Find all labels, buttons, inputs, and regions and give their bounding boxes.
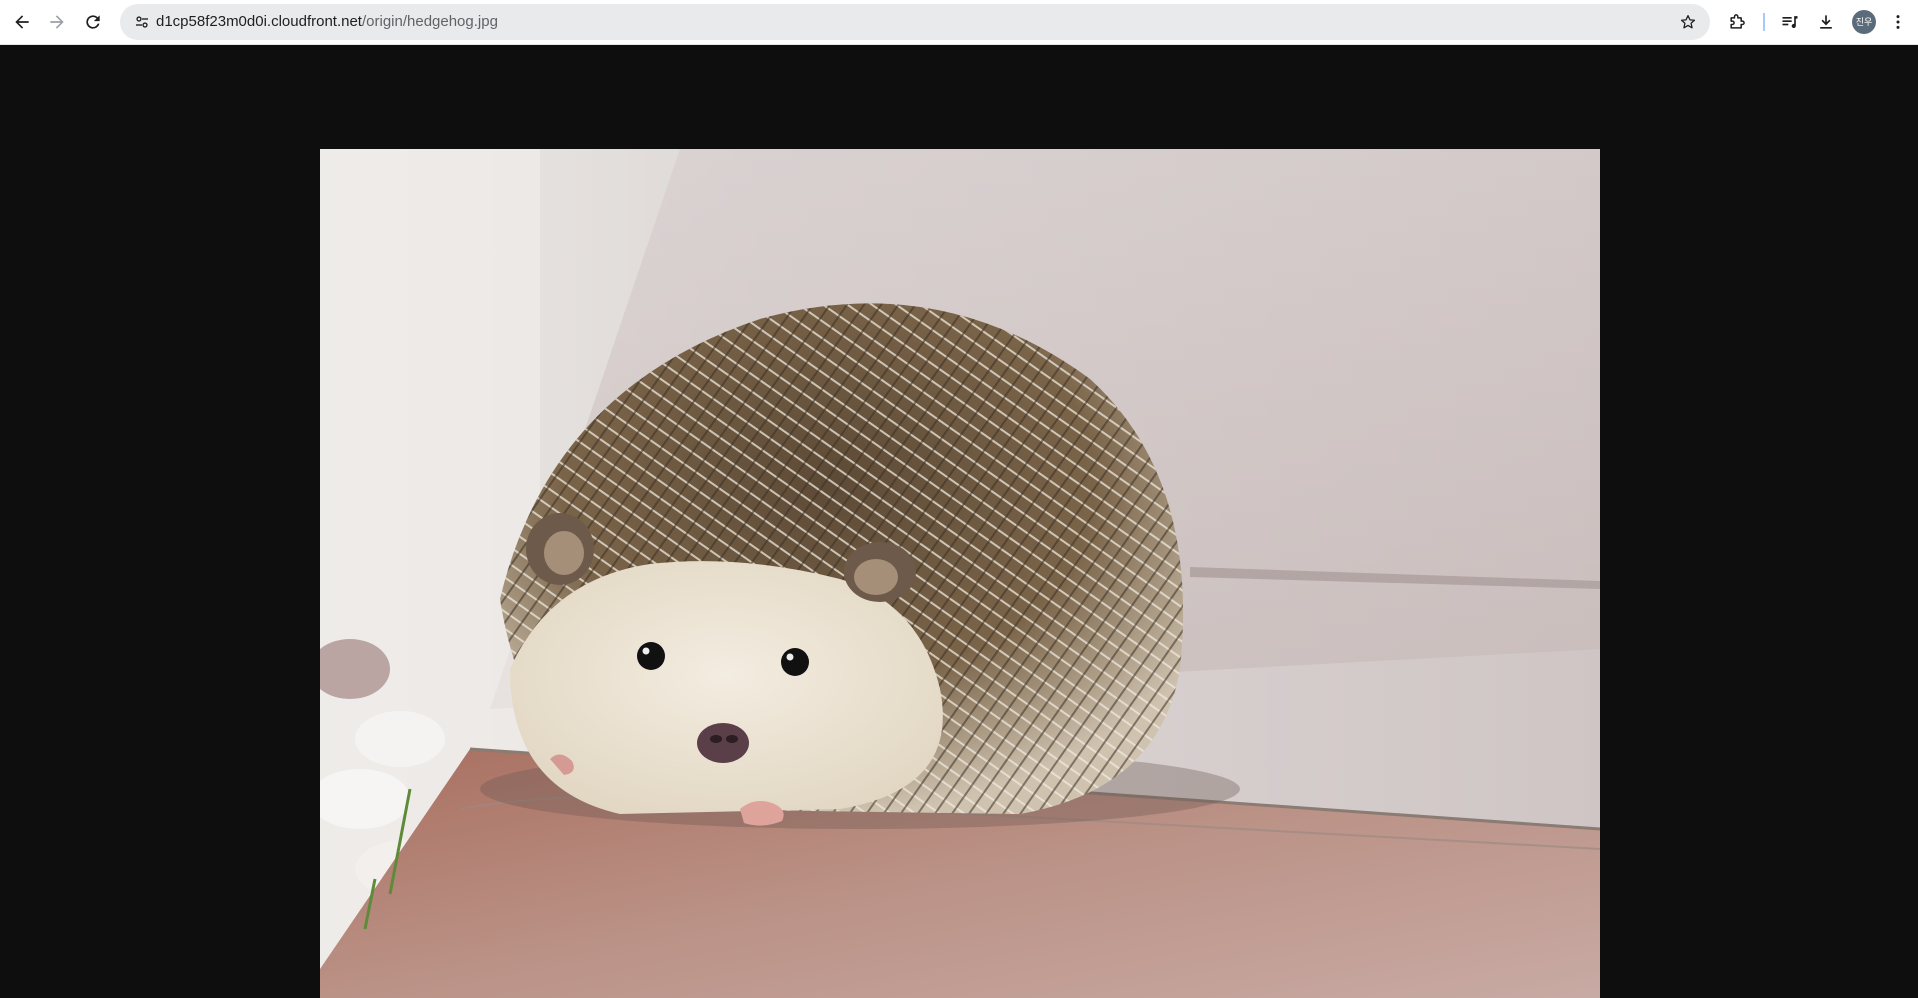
- reload-button[interactable]: [77, 6, 109, 38]
- media-control-icon: [1782, 16, 1798, 29]
- arrow-right-icon: [50, 15, 64, 29]
- hedgehog-photo-illustration: [320, 149, 1600, 998]
- extensions-button[interactable]: [1721, 6, 1753, 38]
- url-path: /origin/hedgehog.jpg: [361, 13, 498, 30]
- url-host: d1cp58f23m0d0i.cloudfront.net: [156, 13, 362, 30]
- site-info-button[interactable]: [128, 8, 156, 36]
- profile-avatar[interactable]: 진우: [1852, 10, 1876, 34]
- browser-toolbar: d1cp58f23m0d0i.cloudfront.net/origin/hed…: [0, 0, 1918, 45]
- puzzle-icon: [1730, 14, 1745, 29]
- toolbar-divider: [1763, 13, 1765, 31]
- reload-icon: [86, 15, 100, 29]
- tune-icon: [136, 16, 148, 28]
- star-icon: [1680, 14, 1696, 29]
- browser-menu-button[interactable]: [1882, 6, 1914, 38]
- back-button[interactable]: [6, 6, 38, 38]
- hedgehog-image[interactable]: [320, 149, 1600, 998]
- media-control-button[interactable]: [1774, 6, 1806, 38]
- address-bar[interactable]: d1cp58f23m0d0i.cloudfront.net/origin/hed…: [120, 4, 1710, 40]
- url-text[interactable]: d1cp58f23m0d0i.cloudfront.net/origin/hed…: [156, 4, 498, 40]
- kebab-menu-icon: [1896, 15, 1900, 29]
- bookmark-button[interactable]: [1674, 8, 1702, 36]
- arrow-left-icon: [15, 15, 29, 29]
- downloads-button[interactable]: [1810, 6, 1842, 38]
- image-viewer: [0, 45, 1918, 998]
- download-icon: [1820, 15, 1832, 29]
- forward-button[interactable]: [41, 6, 73, 38]
